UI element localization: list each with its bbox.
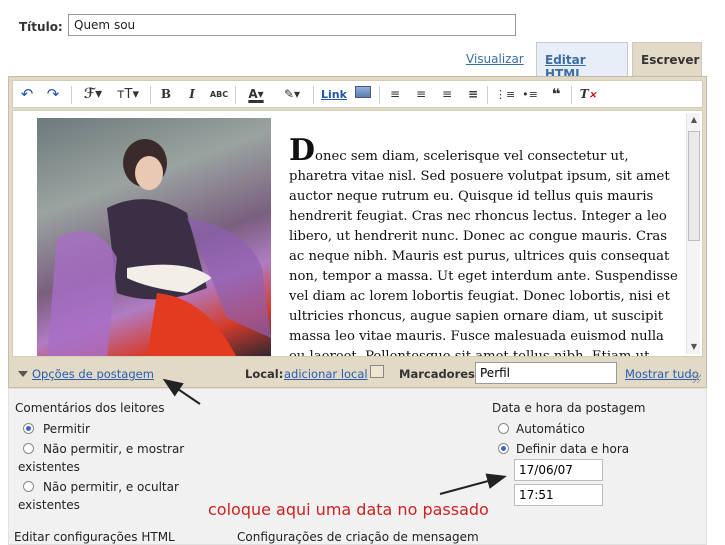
post-editor-page: Título: Visualizar Editar HTML Escrever … xyxy=(0,0,725,545)
arrow-to-post-options xyxy=(162,378,201,405)
annotation-arrows xyxy=(162,378,507,495)
arrow-to-date-input xyxy=(439,473,507,495)
